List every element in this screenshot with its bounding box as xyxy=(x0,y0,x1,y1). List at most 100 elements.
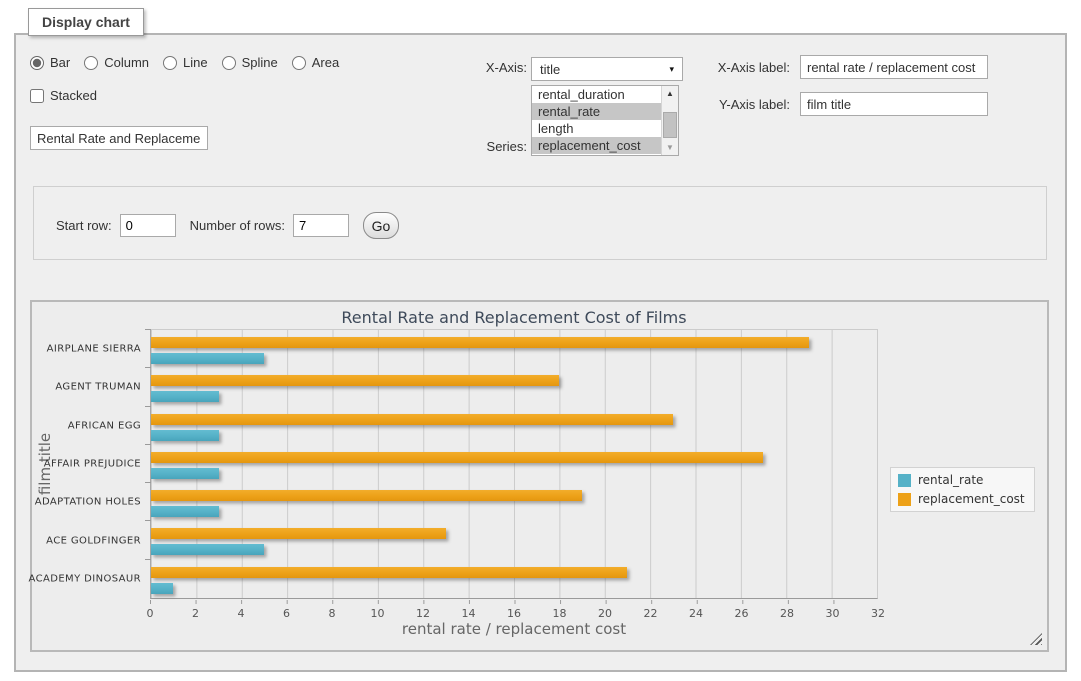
x-tick-label: 12 xyxy=(416,607,430,620)
x-tick-label: 20 xyxy=(598,607,612,620)
rental_rate-bar[interactable] xyxy=(151,506,219,517)
chart-type-label: Spline xyxy=(242,55,278,70)
chart-band: ACADEMY DINOSAUR xyxy=(151,560,877,598)
x-axis-select-label: X-Axis: xyxy=(447,60,527,75)
replacement_cost-bar[interactable] xyxy=(151,414,673,425)
num-rows-input[interactable] xyxy=(293,214,349,237)
x-tick-label: 10 xyxy=(371,607,385,620)
go-button[interactable]: Go xyxy=(363,212,399,239)
chart-type-radio-bar[interactable] xyxy=(30,56,44,70)
category-label: AIRPLANE SIERRA xyxy=(47,344,141,355)
chart-type-radio-area[interactable] xyxy=(292,56,306,70)
chart-x-axis-title: rental rate / replacement cost xyxy=(150,620,878,638)
category-label: AFRICAN EGG xyxy=(68,420,141,431)
chart-band: AIRPLANE SIERRA xyxy=(151,330,877,368)
legend-label: rental_rate xyxy=(918,473,983,487)
chart-title-input[interactable] xyxy=(30,126,208,150)
legend-label: replacement_cost xyxy=(918,492,1025,506)
y-axis-label-label: Y-Axis label: xyxy=(700,97,790,112)
rental_rate-bar[interactable] xyxy=(151,583,173,594)
replacement_cost-bar[interactable] xyxy=(151,337,809,348)
series-options: rental_durationrental_ratelengthreplacem… xyxy=(532,86,661,155)
x-axis-selected-value: title xyxy=(540,62,560,77)
category-label: AGENT TRUMAN xyxy=(55,382,141,393)
series-scrollbar[interactable]: ▲ ▼ xyxy=(661,86,678,155)
legend-item[interactable]: rental_rate xyxy=(898,473,1025,487)
chart-type-radio-line[interactable] xyxy=(163,56,177,70)
chart-type-label: Line xyxy=(183,55,208,70)
chart-band: AFRICAN EGG xyxy=(151,407,877,445)
chart-type-radio-group: Bar Column Line Spline Area xyxy=(30,55,347,70)
category-label: ACE GOLDFINGER xyxy=(46,535,141,546)
chart-type-label: Column xyxy=(104,55,149,70)
chart-legend: rental_rate replacement_cost xyxy=(890,467,1035,512)
replacement_cost-bar[interactable] xyxy=(151,567,627,578)
rental_rate-bar[interactable] xyxy=(151,391,219,402)
series-listbox[interactable]: rental_durationrental_ratelengthreplacem… xyxy=(531,85,679,156)
replacement_cost-bar[interactable] xyxy=(151,452,763,463)
x-tick-label: 0 xyxy=(147,607,154,620)
rental_rate-bar[interactable] xyxy=(151,430,219,441)
chart-band: AGENT TRUMAN xyxy=(151,368,877,406)
y-axis-label-input[interactable] xyxy=(800,92,988,116)
stacked-label: Stacked xyxy=(50,88,97,103)
x-tick-label: 22 xyxy=(644,607,658,620)
x-tick-label: 2 xyxy=(192,607,199,620)
rental_rate-bar[interactable] xyxy=(151,468,219,479)
chevron-down-icon: ▾ xyxy=(669,64,674,75)
x-tick-label: 8 xyxy=(329,607,336,620)
replacement_cost-bar[interactable] xyxy=(151,528,446,539)
x-tick-label: 30 xyxy=(826,607,840,620)
chart-type-radio-spline[interactable] xyxy=(222,56,236,70)
chart-band: ADAPTATION HOLES xyxy=(151,483,877,521)
x-tick-label: 14 xyxy=(462,607,476,620)
start-row-label: Start row: xyxy=(56,218,112,233)
scroll-down-icon[interactable]: ▼ xyxy=(662,140,678,155)
scroll-up-icon[interactable]: ▲ xyxy=(662,86,678,101)
chart-band: AFFAIR PREJUDICE xyxy=(151,445,877,483)
row-range-box: Start row: Number of rows: Go xyxy=(33,186,1047,260)
chart-type-radio-column[interactable] xyxy=(84,56,98,70)
start-row-input[interactable] xyxy=(120,214,176,237)
chart-type-label: Area xyxy=(312,55,339,70)
chart-container: Rental Rate and Replacement Cost of Film… xyxy=(30,300,1049,652)
replacement_cost-swatch-icon xyxy=(898,493,911,506)
x-tick-label: 26 xyxy=(735,607,749,620)
fieldset-legend-title: Display chart xyxy=(28,8,144,36)
x-tick-label: 18 xyxy=(553,607,567,620)
resize-grip-icon[interactable] xyxy=(1030,633,1042,645)
x-tick-label: 4 xyxy=(238,607,245,620)
series-option[interactable]: replacement_cost xyxy=(532,137,661,154)
series-option[interactable]: length xyxy=(532,120,661,137)
stacked-row: Stacked xyxy=(30,88,97,103)
replacement_cost-bar[interactable] xyxy=(151,490,582,501)
scrollbar-thumb[interactable] xyxy=(663,112,677,138)
series-option[interactable]: rental_rate xyxy=(532,103,661,120)
rental_rate-swatch-icon xyxy=(898,474,911,487)
stacked-checkbox[interactable] xyxy=(30,89,44,103)
category-label: ADAPTATION HOLES xyxy=(35,497,141,508)
rental_rate-bar[interactable] xyxy=(151,353,264,364)
x-axis-label-input[interactable] xyxy=(800,55,988,79)
page: Display chart Bar Column Line Spline Area St… xyxy=(0,0,1081,681)
num-rows-label: Number of rows: xyxy=(190,218,285,233)
x-axis-label-label: X-Axis label: xyxy=(700,60,790,75)
series-option[interactable]: rental_duration xyxy=(532,86,661,103)
x-tick-label: 32 xyxy=(871,607,885,620)
x-tick-label: 16 xyxy=(507,607,521,620)
rental_rate-bar[interactable] xyxy=(151,544,264,555)
legend-item[interactable]: replacement_cost xyxy=(898,492,1025,506)
series-select-label: Series: xyxy=(447,139,527,154)
chart-title: Rental Rate and Replacement Cost of Film… xyxy=(150,308,878,327)
x-tick-label: 6 xyxy=(283,607,290,620)
category-label: ACADEMY DINOSAUR xyxy=(29,573,141,584)
plot-area: AIRPLANE SIERRAAGENT TRUMANAFRICAN EGGAF… xyxy=(150,329,878,599)
replacement_cost-bar[interactable] xyxy=(151,375,559,386)
x-axis-ticks xyxy=(150,600,879,604)
x-tick-label: 24 xyxy=(689,607,703,620)
x-axis-select[interactable]: title ▾ xyxy=(531,57,683,81)
x-tick-label: 28 xyxy=(780,607,794,620)
chart-type-label: Bar xyxy=(50,55,70,70)
chart-band: ACE GOLDFINGER xyxy=(151,521,877,559)
category-label: AFFAIR PREJUDICE xyxy=(44,458,141,469)
